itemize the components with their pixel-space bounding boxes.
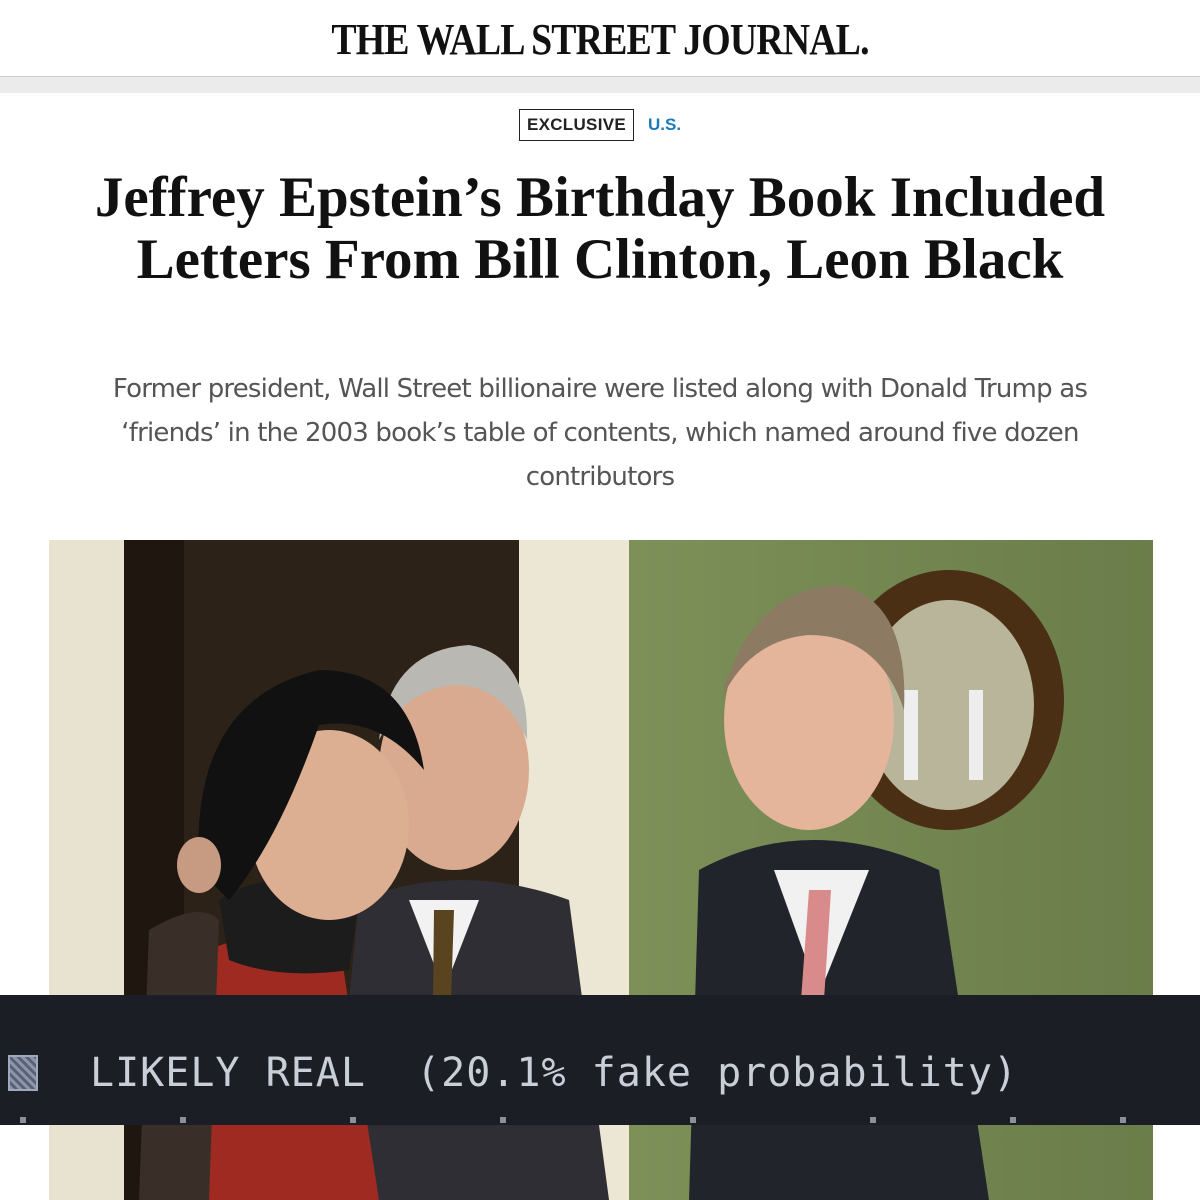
detection-overlay: LIKELY REAL (20.1% fake probability) [0, 995, 1200, 1125]
wsj-logo[interactable]: THE WALL STREET JOURNAL. [84, 14, 1116, 65]
article-tags: EXCLUSIVE U.S. [0, 109, 1200, 141]
article-dek: Former president, Wall Street billionair… [112, 374, 1088, 492]
masthead: THE WALL STREET JOURNAL. [0, 0, 1200, 77]
exclusive-badge: EXCLUSIVE [518, 109, 634, 141]
masthead-divider [0, 77, 1200, 93]
detection-result: LIKELY REAL (20.1% fake probability) [90, 1050, 1018, 1096]
status-square-icon [8, 1055, 38, 1091]
verdict-label: LIKELY REAL [90, 1050, 366, 1096]
article-headline: Jeffrey Epstein’s Birthday Book Included… [94, 166, 1106, 291]
section-link-us[interactable]: U.S. [648, 115, 681, 135]
fake-probability: (20.1% fake probability) [416, 1050, 1019, 1096]
cutoff-text-line [20, 1117, 1126, 1123]
